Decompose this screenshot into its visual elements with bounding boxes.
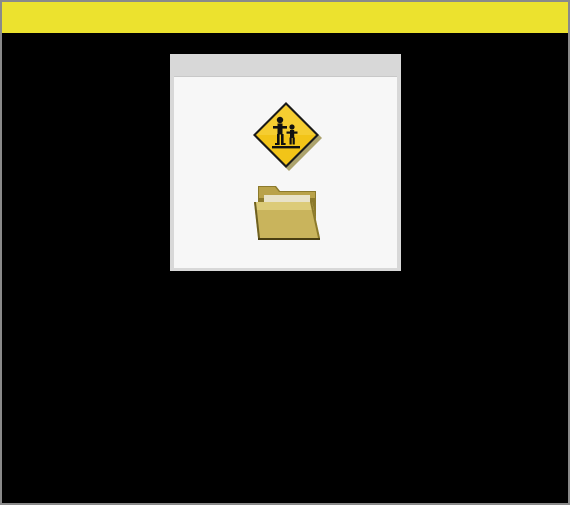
- panel-header: [170, 54, 401, 76]
- children-crossing-sign-icon[interactable]: [250, 100, 322, 172]
- icon-panel: [170, 54, 401, 271]
- panel-body: [174, 76, 397, 268]
- application-window: [0, 0, 570, 505]
- title-bar: [2, 2, 568, 33]
- folder-icon[interactable]: [250, 180, 322, 242]
